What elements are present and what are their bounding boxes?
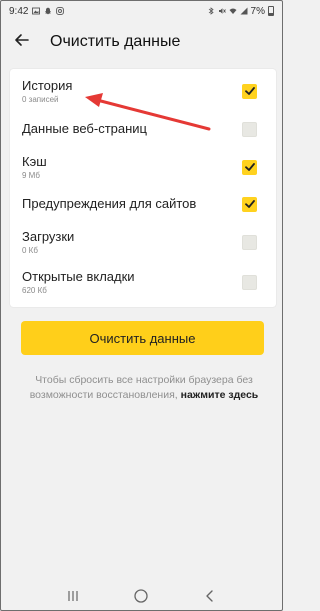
reset-note: Чтобы сбросить все настройки браузера бе… xyxy=(19,373,269,403)
battery-percent: 7% xyxy=(250,5,265,17)
clear-options-card: История 0 записей Данные веб-страниц Кэш… xyxy=(10,69,276,307)
check-icon xyxy=(244,200,255,208)
site-warnings-checkbox[interactable] xyxy=(242,196,257,212)
open-tabs-checkbox[interactable] xyxy=(242,274,257,290)
history-checkbox[interactable] xyxy=(242,83,257,99)
signal-icon xyxy=(240,7,248,15)
option-sub: 0 Кб xyxy=(22,245,38,255)
home-icon xyxy=(134,589,149,603)
option-label: Данные веб-страниц xyxy=(22,121,147,136)
app-bar: Очистить данные xyxy=(1,21,282,63)
option-cache[interactable]: Кэш 9 Мб xyxy=(10,149,276,185)
reset-link[interactable]: нажмите здесь xyxy=(181,389,259,401)
option-sub: 9 Мб xyxy=(22,170,40,180)
option-label: Загрузки xyxy=(22,228,75,244)
option-open-tabs[interactable]: Открытые вкладки 620 Кб xyxy=(10,264,276,300)
arrow-left-icon xyxy=(14,32,30,53)
option-web-data[interactable]: Данные веб-страниц xyxy=(10,111,276,147)
check-icon xyxy=(244,87,255,95)
status-bar: 9:42 7% xyxy=(1,1,282,21)
snapchat-icon xyxy=(44,7,52,15)
option-label: История xyxy=(22,77,73,93)
check-icon xyxy=(244,163,255,171)
downloads-checkbox[interactable] xyxy=(242,234,257,250)
recent-apps-button[interactable] xyxy=(61,586,85,606)
back-nav-button[interactable] xyxy=(198,586,222,606)
battery-icon xyxy=(268,6,274,16)
option-downloads[interactable]: Загрузки 0 Кб xyxy=(10,224,276,260)
instagram-icon xyxy=(56,7,65,15)
recent-apps-icon xyxy=(68,591,78,601)
back-button[interactable] xyxy=(4,24,40,60)
option-history[interactable]: История 0 записей xyxy=(10,73,276,109)
option-sub: 0 записей xyxy=(22,94,59,104)
option-label: Открытые вкладки xyxy=(22,268,135,284)
clear-data-button[interactable]: Очистить данные xyxy=(21,321,264,355)
option-sub: 620 Кб xyxy=(22,285,47,295)
option-site-warnings[interactable]: Предупреждения для сайтов xyxy=(10,186,276,222)
page-title: Очистить данные xyxy=(50,33,181,50)
bluetooth-icon xyxy=(207,7,215,15)
phone-frame: 9:42 7% Очистить данные История 0 записе… xyxy=(0,0,283,611)
status-time: 9:42 xyxy=(9,5,29,17)
wifi-icon xyxy=(229,7,237,15)
cache-checkbox[interactable] xyxy=(242,159,257,175)
mute-icon xyxy=(218,7,226,15)
option-label: Кэш xyxy=(22,153,47,169)
home-button[interactable] xyxy=(129,586,153,606)
chevron-left-icon xyxy=(206,590,213,602)
image-icon xyxy=(32,7,41,15)
web-data-checkbox[interactable] xyxy=(242,121,257,137)
system-nav-bar xyxy=(1,582,282,610)
option-label: Предупреждения для сайтов xyxy=(22,196,197,211)
